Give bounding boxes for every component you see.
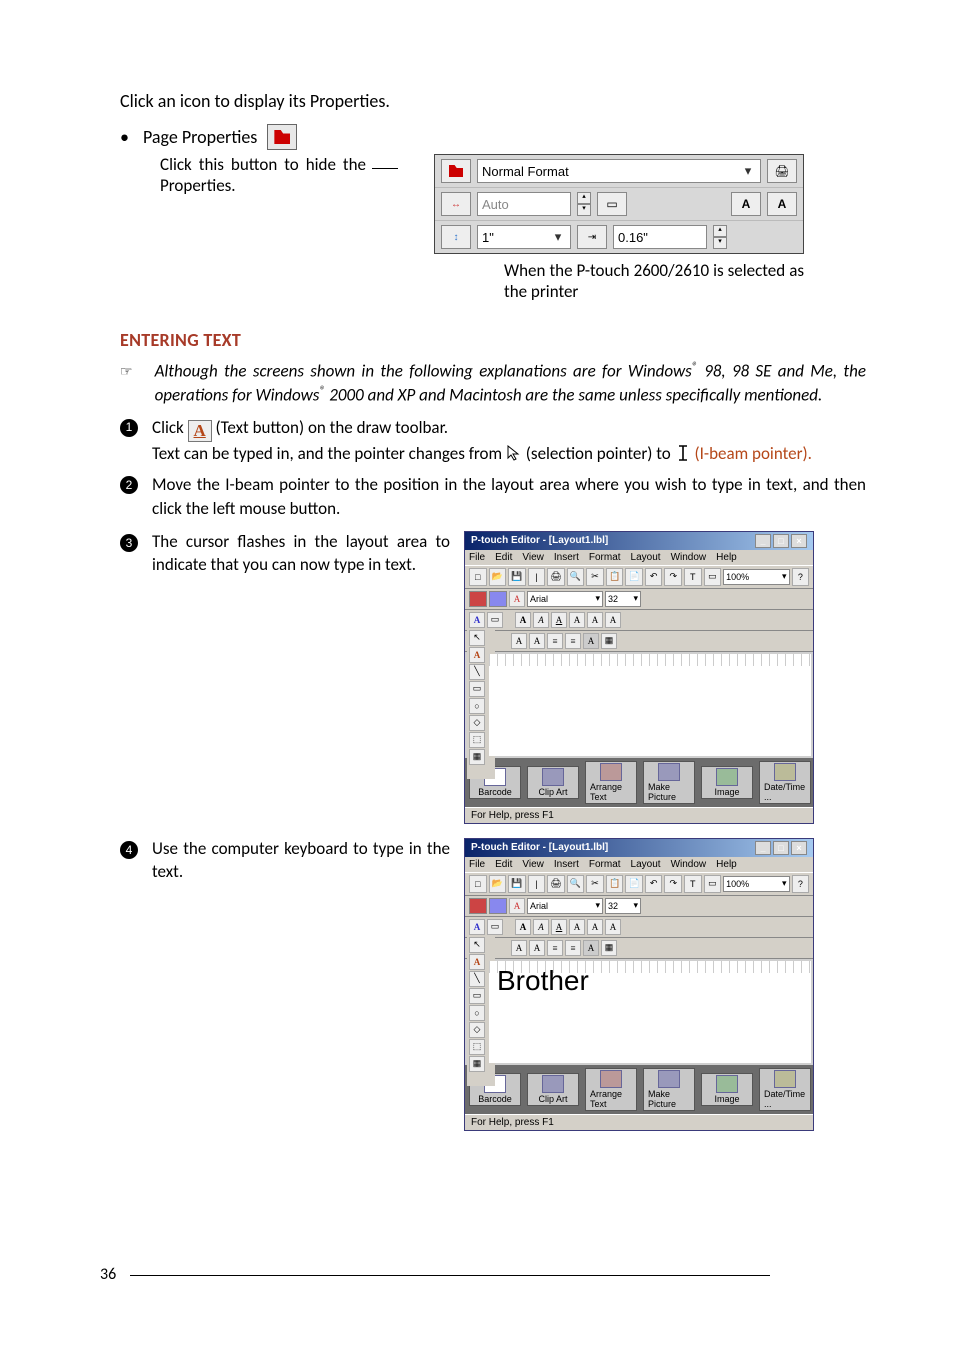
panel-icon[interactable]: [469, 591, 487, 607]
page-properties-panel: Normal Format ▾ 🖨 ↔ Auto ▴▾ ▭ A A ↕ 1" ▾: [434, 154, 804, 254]
status-bar: For Help, press F1: [465, 807, 813, 823]
maximize-icon[interactable]: □: [773, 534, 789, 548]
font-combo[interactable]: Arial▾: [527, 591, 603, 607]
panel-footnote: When the P-touch 2600/2610 is selected a…: [504, 260, 804, 303]
margin-field[interactable]: 0.16": [613, 225, 707, 249]
dropdown-arrow-icon: ▾: [550, 229, 566, 245]
step-3-text: The cursor flashes in the layout area to…: [152, 531, 450, 577]
section-heading-entering-text: ENTERING TEXT: [120, 329, 866, 351]
step-2: 2 Move the I-beam pointer to the positio…: [120, 473, 866, 521]
page-properties-bullet: • Page Properties: [120, 124, 866, 150]
step-badge-3: 3: [120, 534, 138, 552]
format-value: Normal Format: [482, 164, 569, 179]
print-button[interactable]: 🖨: [767, 159, 797, 183]
window-title: P-touch Editor - [Layout1.lbl]: [471, 535, 608, 546]
step-1: 1 Click A (Text button) on the draw tool…: [120, 416, 866, 466]
screenshot-brother: P-touch Editor - [Layout1.lbl] _□× FileE…: [464, 838, 814, 1131]
pointing-hand-icon: ☞: [120, 363, 133, 408]
close-icon[interactable]: ×: [791, 534, 807, 548]
panel-hide-button[interactable]: [441, 159, 471, 183]
standard-toolbar[interactable]: □📂💾|🖨🔍 ✂📋📄↶↷ T▭ 100%▾ ?: [465, 565, 813, 589]
ibeam-pointer-icon: [675, 444, 691, 462]
standard-toolbar[interactable]: □📂💾|🖨🔍 ✂📋📄↶↷ T▭ 100%▾ ?: [465, 872, 813, 896]
layout-icon-a[interactable]: ▭: [597, 192, 627, 216]
hide-properties-caption: Click this button to hide the Properties…: [160, 154, 366, 197]
close-icon[interactable]: ×: [791, 841, 807, 855]
text-prop-row1: A Arial▾ 32▾: [465, 589, 813, 610]
orientation-landscape[interactable]: A: [731, 192, 761, 216]
compatibility-note: ☞ Although the screens shown in the foll…: [120, 359, 866, 408]
page-properties-label: Page Properties: [143, 126, 257, 148]
text-prop-row3: ▤ AA≡≡ A▦: [465, 631, 813, 652]
text-prop-row2: A▭ AA AA AA: [465, 610, 813, 631]
width-dropdown[interactable]: 1" ▾: [477, 225, 571, 249]
panel-toggle[interactable]: [489, 591, 507, 607]
step-4-text: Use the computer keyboard to type in the…: [152, 838, 450, 884]
width-icon: ↕: [441, 225, 471, 249]
length-spinner[interactable]: ▴▾: [577, 192, 591, 216]
object-dock[interactable]: Barcode Clip Art Arrange Text Make Pictu…: [465, 758, 813, 807]
minimize-icon[interactable]: _: [755, 841, 771, 855]
orientation-portrait[interactable]: A: [767, 192, 797, 216]
intro-text: Click an icon to display its Properties.: [120, 90, 866, 112]
window-title: P-touch Editor - [Layout1.lbl]: [471, 842, 608, 853]
dropdown-arrow-icon: ▾: [740, 163, 756, 179]
minimize-icon[interactable]: _: [755, 534, 771, 548]
bullet-dot: •: [120, 126, 129, 148]
maximize-icon[interactable]: □: [773, 841, 789, 855]
format-dropdown[interactable]: Normal Format ▾: [477, 159, 761, 183]
step-badge-2: 2: [120, 476, 138, 494]
text-tool-icon[interactable]: A: [188, 420, 212, 442]
screenshot-empty: P-touch Editor - [Layout1.lbl] _□× FileE…: [464, 531, 814, 824]
length-field[interactable]: Auto: [477, 192, 571, 216]
callout-line: [372, 168, 398, 169]
selection-pointer-icon: [506, 444, 522, 462]
menu-bar[interactable]: FileEditViewInsertFormatLayoutWindowHelp: [465, 550, 813, 565]
length-icon: ↔: [441, 192, 471, 216]
step-badge-1: 1: [120, 419, 138, 437]
step-badge-4: 4: [120, 841, 138, 859]
page-properties-icon[interactable]: [267, 124, 297, 150]
margin-icon: ⇥: [577, 225, 607, 249]
layout-canvas[interactable]: [489, 961, 811, 1063]
size-combo[interactable]: 32▾: [605, 591, 641, 607]
menu-bar[interactable]: FileEditViewInsertFormatLayoutWindowHelp: [465, 857, 813, 872]
page-number: 36: [100, 1265, 770, 1284]
margin-spinner[interactable]: ▴▾: [713, 225, 727, 249]
layout-canvas[interactable]: [489, 654, 811, 756]
